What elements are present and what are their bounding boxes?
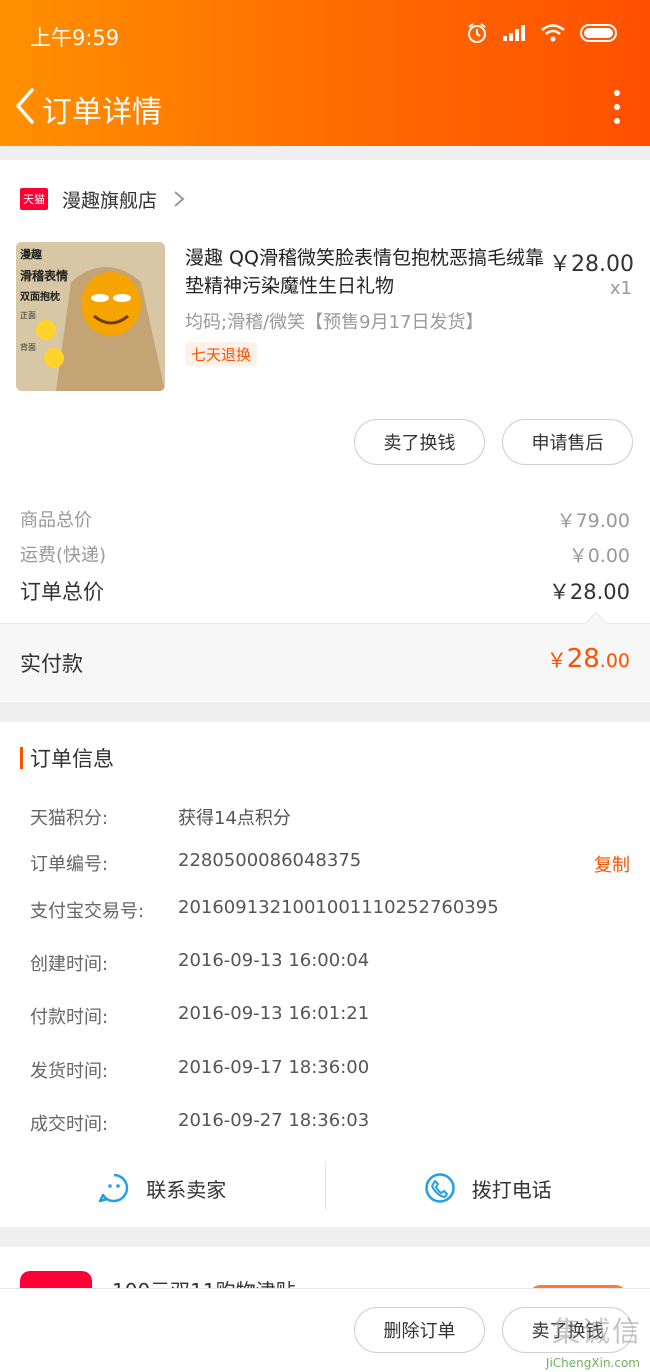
order-info-title: 订单信息: [30, 747, 114, 771]
phone-icon: [425, 1173, 455, 1203]
info-row-created-time: 创建时间: 2016-09-13 16:00:04: [30, 950, 630, 976]
paid-value: ￥28.00: [547, 644, 630, 674]
goods-total-row: 商品总价 ￥79.00: [20, 506, 630, 533]
info-key: 付款时间:: [30, 1007, 109, 1028]
chevron-right-icon: [174, 191, 185, 207]
alarm-icon: [468, 23, 486, 43]
paid-amount-box: 实付款 ￥28.00: [0, 611, 650, 701]
info-row-shipped-time: 发货时间: 2016-09-17 18:36:00: [30, 1057, 630, 1083]
status-icons: [466, 22, 620, 44]
battery-icon: [580, 24, 617, 42]
info-key: 发货时间:: [30, 1061, 109, 1082]
svg-text:漫趣: 漫趣: [20, 247, 43, 261]
sell-item-button[interactable]: 卖了换钱: [354, 419, 485, 465]
info-value: 2016-09-17 18:36:00: [178, 1057, 370, 1078]
watermark-text: JiChengXin.com: [545, 1356, 640, 1370]
info-key: 成交时间:: [30, 1114, 109, 1135]
info-row-paid-time: 付款时间: 2016-09-13 16:01:21: [30, 1003, 630, 1029]
contact-seller-button[interactable]: 联系卖家: [0, 1162, 325, 1214]
more-menu-icon[interactable]: [612, 90, 622, 124]
product-title[interactable]: 漫趣 QQ滑稽微笑脸表情包抱枕恶搞毛绒靠垫精神污染魔性生日礼物: [185, 244, 545, 300]
call-phone-button[interactable]: 拨打电话: [326, 1162, 650, 1214]
info-row-order-number: 订单编号: 2280500086048375: [30, 850, 630, 876]
info-value: 2280500086048375: [178, 850, 362, 871]
wifi-icon: [541, 24, 565, 42]
signal-icon: [503, 25, 525, 41]
app-header: 上午9:59 订单详情: [0, 0, 650, 146]
site-watermark: 集诚信 JiChengXin.com: [520, 1304, 650, 1372]
chat-face-icon: [99, 1173, 129, 1203]
copy-order-number-button[interactable]: 复制: [594, 851, 630, 877]
info-key: 创建时间:: [30, 954, 109, 975]
section-accent-bar: [20, 747, 23, 769]
info-value: 2016-09-13 16:00:04: [178, 950, 370, 971]
goods-total-label: 商品总价: [20, 510, 92, 531]
info-row-completed-time: 成交时间: 2016-09-27 18:36:03: [30, 1110, 630, 1136]
paid-caret: [584, 611, 608, 635]
svg-text:双面抱枕: 双面抱枕: [20, 290, 60, 303]
paid-label: 实付款: [20, 652, 83, 676]
shipping-row: 运费(快递) ￥0.00: [20, 541, 630, 568]
order-info-card: 订单信息 天猫积分: 获得14点积分 订单编号: 228050008604837…: [0, 722, 650, 1227]
shipping-value: ￥0.00: [568, 545, 630, 567]
paid-currency: ￥: [546, 648, 567, 672]
svg-text:正面: 正面: [20, 311, 36, 320]
goods-total-value: ￥79.00: [556, 510, 630, 532]
delete-order-button[interactable]: 删除订单: [354, 1307, 485, 1353]
order-total-value: ￥28.00: [548, 580, 630, 604]
shipping-label: 运费(快递): [20, 545, 107, 566]
info-value: 获得14点积分: [178, 808, 291, 829]
info-key: 订单编号:: [30, 854, 109, 875]
info-row-alipay-number: 支付宝交易号: 2016091321001001110252760395: [30, 897, 630, 923]
product-sku: 均码;滑稽/微笑【预售9月17日发货】: [185, 312, 484, 333]
bottom-action-bar: 删除订单 卖了换钱 集诚信 JiChengXin.com: [0, 1288, 650, 1372]
svg-text:背面: 背面: [20, 342, 36, 352]
call-phone-label: 拨打电话: [471, 1177, 552, 1202]
tmall-badge: 天猫: [20, 188, 48, 210]
paid-decimal: .00: [599, 650, 630, 672]
svg-text:滑稽表情: 滑稽表情: [20, 268, 68, 283]
status-time: 上午9:59: [30, 26, 120, 50]
paid-integer: 28: [566, 644, 600, 674]
shop-name[interactable]: 漫趣旗舰店: [62, 186, 157, 213]
contact-bar: 联系卖家 拨打电话: [0, 1162, 650, 1214]
contact-seller-label: 联系卖家: [146, 1177, 227, 1202]
after-sale-button[interactable]: 申请售后: [502, 419, 633, 465]
info-key: 支付宝交易号:: [30, 901, 145, 922]
product-image[interactable]: 漫趣 滑稽表情 双面抱枕 正面 背面: [16, 242, 165, 391]
return-policy-badge: 七天退换: [185, 342, 258, 366]
watermark-logo: 集诚信: [551, 1315, 642, 1348]
info-value: 2016091321001001110252760395: [178, 897, 499, 918]
product-image-art: 漫趣 滑稽表情 双面抱枕 正面 背面: [16, 242, 165, 391]
shop-row[interactable]: 天猫 漫趣旗舰店: [20, 184, 185, 214]
order-product-card: 天猫 漫趣旗舰店 漫趣 滑稽表情 双面抱枕 正面 背面 漫趣 QQ滑稽微笑脸表情…: [0, 160, 650, 702]
order-total-label: 订单总价: [20, 580, 104, 604]
info-value: 2016-09-27 18:36:03: [178, 1110, 370, 1131]
product-price: ￥28.00: [549, 252, 634, 277]
info-key: 天猫积分:: [30, 808, 109, 829]
page-title: 订单详情: [42, 95, 162, 130]
info-row-points: 天猫积分: 获得14点积分: [30, 804, 630, 830]
back-icon[interactable]: [10, 86, 42, 126]
info-value: 2016-09-13 16:01:21: [178, 1003, 370, 1024]
product-quantity: x1: [609, 278, 632, 299]
order-total-row: 订单总价 ￥28.00: [20, 576, 630, 606]
